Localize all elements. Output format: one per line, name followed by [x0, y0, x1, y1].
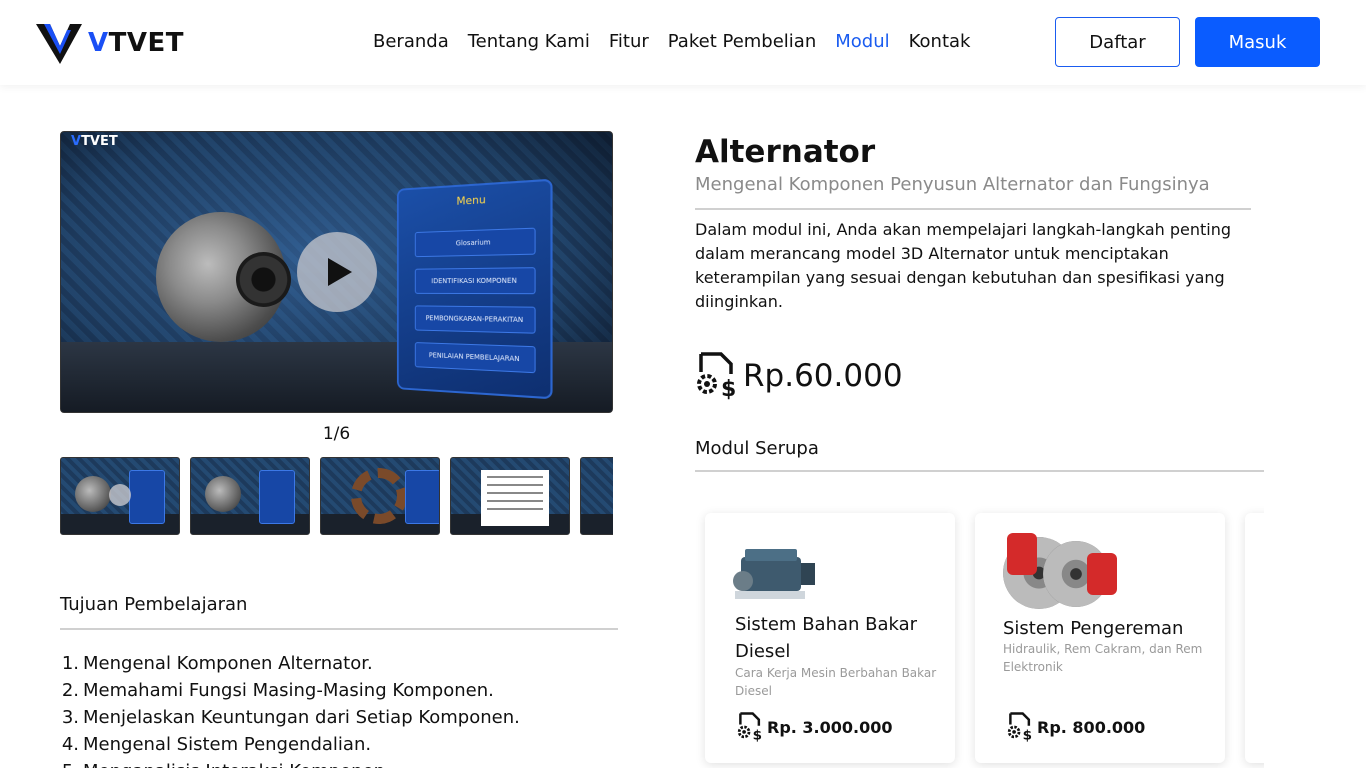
nav-paket-pembelian[interactable]: Paket Pembelian	[668, 31, 816, 52]
vr-menu-item: IDENTIFIKASI KOMPONEN	[414, 267, 536, 295]
alternator-model	[156, 212, 291, 342]
module-card-partial[interactable]	[1245, 513, 1264, 763]
vr-menu-panel: Menu Glosarium IDENTIFIKASI KOMPONEN PEM…	[396, 178, 553, 400]
play-icon	[328, 258, 352, 286]
module-price: $ Rp.60.000	[693, 350, 903, 402]
module-title: Alternator	[695, 134, 876, 170]
card-title: Sistem Pengereman	[1003, 618, 1184, 639]
svg-text:$: $	[1023, 727, 1032, 743]
divider	[695, 208, 1251, 210]
nav-kontak[interactable]: Kontak	[909, 31, 971, 52]
module-subtitle: Mengenal Komponen Penyusun Alternator da…	[695, 174, 1210, 195]
media-pager: 1/6	[322, 424, 351, 444]
media-watermark-logo: VTVET	[71, 134, 118, 149]
thumbnail-4[interactable]	[450, 457, 570, 535]
svg-text:$: $	[721, 377, 736, 402]
list-item: 5.Menganalisis Interaksi Komponen	[60, 758, 520, 768]
header: VTVET Beranda Tentang Kami Fitur Paket P…	[0, 0, 1366, 85]
divider	[60, 628, 618, 630]
nav-beranda[interactable]: Beranda	[373, 31, 449, 52]
card-title: Sistem Bahan Bakar Diesel	[735, 614, 918, 662]
media-viewer[interactable]: VTVET Menu Glosarium IDENTIFIKASI KOMPON…	[60, 131, 613, 413]
divider	[695, 470, 1264, 472]
price-text: Rp.60.000	[743, 358, 903, 394]
tujuan-list: 1. Mengenal Komponen Alternator. 2. Memaha…	[60, 650, 520, 768]
thumbnail-2[interactable]	[190, 457, 310, 535]
thumbnail-3[interactable]	[320, 457, 440, 535]
masuk-button[interactable]: Masuk	[1195, 17, 1320, 67]
daftar-button[interactable]: Daftar	[1055, 17, 1180, 67]
thumbnail-play-icon	[109, 484, 131, 506]
thumbnail-5[interactable]	[580, 457, 613, 535]
module-card[interactable]: Sistem Bahan Bakar Diesel Cara Kerja Mes…	[705, 513, 955, 763]
nav-fitur[interactable]: Fitur	[609, 31, 649, 52]
gear-dollar-icon: $	[1007, 712, 1032, 743]
logo-text: VTVET	[88, 28, 184, 58]
list-item: 3. Menjelaskan Keuntungan dari Setiap Kom…	[61, 707, 520, 728]
card-price: $ Rp. 3.000.000	[735, 711, 893, 743]
vr-menu-item: PEMBONGKARAN-PERAKITAN	[414, 305, 536, 334]
brake-disc-image	[1003, 533, 1117, 613]
list-item: 2. Memahami Fungsi Masing-Masing Komponen…	[61, 680, 494, 701]
serupa-title: Modul Serupa	[695, 438, 819, 459]
thumbnail-strip	[60, 457, 613, 535]
vr-menu-item: PENILAIAN PEMBELAJARAN	[414, 342, 536, 374]
thumbnail-1[interactable]	[60, 457, 180, 535]
gear-dollar-icon: $	[697, 352, 736, 402]
similar-modules: Sistem Bahan Bakar Diesel Cara Kerja Mes…	[695, 500, 1264, 768]
card-description: Cara Kerja Mesin Berbahan Bakar Diesel	[735, 666, 937, 698]
card-description: Hidraulik, Rem Cakram, dan Rem Elektroni…	[1003, 642, 1203, 674]
nav-tentang-kami[interactable]: Tentang Kami	[468, 31, 590, 52]
main-nav: Beranda Tentang Kami Fitur Paket Pembeli…	[373, 31, 989, 52]
diesel-engine-image	[731, 543, 821, 607]
gear-dollar-icon: $	[737, 712, 762, 743]
vr-menu-title: Menu	[456, 193, 486, 208]
module-card[interactable]: Sistem Pengereman Hidraulik, Rem Cakram,…	[975, 513, 1225, 763]
vtvet-logo[interactable]: VTVET	[36, 22, 184, 64]
list-item: 4. Mengenal Sistem Pengendalian.	[61, 734, 372, 755]
vtvet-logo-icon	[36, 24, 82, 64]
tujuan-title: Tujuan Pembelajaran	[60, 594, 248, 615]
card-price: $ Rp. 800.000	[1005, 711, 1145, 743]
list-item: 1. Mengenal Komponen Alternator.	[61, 653, 373, 674]
svg-text:$: $	[753, 727, 762, 743]
play-button[interactable]	[297, 232, 377, 312]
module-description: Dalam modul ini, Anda akan mempelajari l…	[695, 220, 1231, 311]
vr-menu-item: Glosarium	[414, 227, 536, 258]
nav-modul[interactable]: Modul	[835, 31, 889, 52]
